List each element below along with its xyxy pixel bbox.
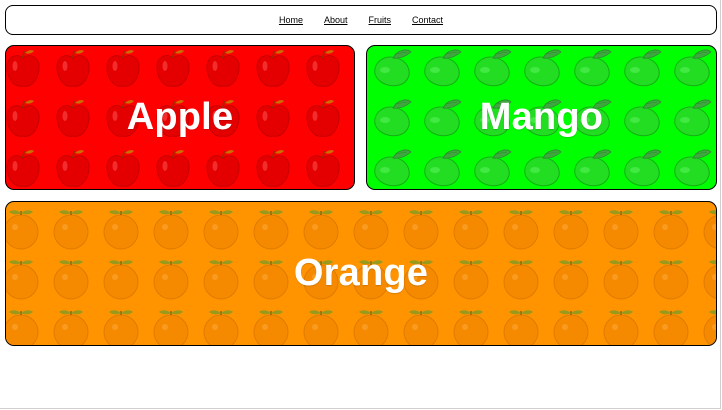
apple-card[interactable]: Apple (5, 45, 355, 190)
orange-card-title: Orange (293, 252, 429, 294)
nav-contact-link[interactable]: Contact (412, 15, 443, 25)
top-navigation: Home About Fruits Contact (5, 5, 717, 35)
mango-card[interactable]: Mango (366, 45, 717, 190)
orange-card[interactable]: Orange (5, 201, 717, 346)
nav-about-link[interactable]: About (324, 15, 348, 25)
nav-home-link[interactable]: Home (279, 15, 303, 25)
nav-fruits-link[interactable]: Fruits (369, 15, 392, 25)
apple-card-title: Apple (126, 96, 234, 138)
mango-card-title: Mango (479, 96, 604, 138)
